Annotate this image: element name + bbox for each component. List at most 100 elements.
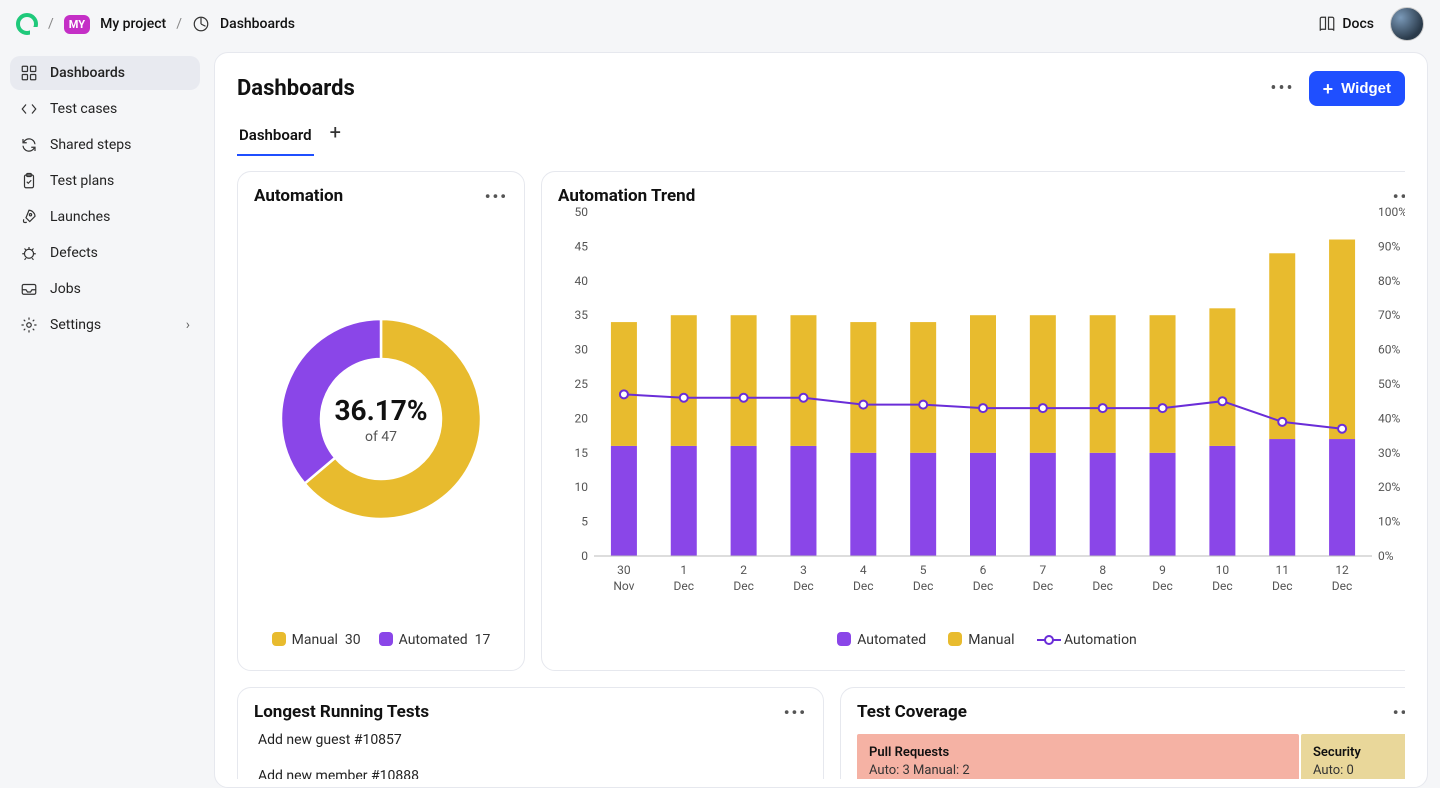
svg-text:10: 10: [575, 480, 589, 494]
svg-text:45: 45: [575, 239, 589, 253]
legend-automation: Automation: [1037, 632, 1137, 648]
inbox-icon: [20, 280, 38, 298]
donut-legend: Manual 30Automated 17: [254, 632, 508, 656]
svg-text:Dec: Dec: [1092, 579, 1113, 593]
svg-text:Dec: Dec: [1152, 579, 1173, 593]
add-widget-button[interactable]: + Widget: [1309, 71, 1405, 106]
grid-icon: [20, 64, 38, 82]
coverage-cell-pull-requests[interactable]: Pull RequestsAuto: 3 Manual: 2: [857, 734, 1299, 779]
tab-dashboard[interactable]: Dashboard: [237, 118, 314, 156]
svg-text:90%: 90%: [1378, 239, 1400, 253]
svg-text:Dec: Dec: [853, 579, 874, 593]
project-badge[interactable]: MY: [64, 15, 90, 34]
add-tab-button[interactable]: +: [330, 120, 341, 154]
rocket-icon: [20, 208, 38, 226]
donut-center-sub: of 47: [334, 429, 427, 445]
svg-text:Nov: Nov: [613, 579, 634, 593]
widget-automation-more[interactable]: •••: [485, 187, 508, 206]
svg-text:6: 6: [980, 563, 987, 577]
svg-text:9: 9: [1159, 563, 1166, 577]
legend-automated: Automated: [837, 632, 926, 648]
svg-text:70%: 70%: [1378, 308, 1400, 322]
sidebar-item-settings[interactable]: Settings›: [10, 308, 200, 342]
project-name-link[interactable]: My project: [100, 16, 166, 32]
logo-icon[interactable]: [16, 13, 38, 35]
svg-text:8: 8: [1099, 563, 1106, 577]
coverage-cell-security[interactable]: SecurityAuto: 0 Manual:: [1301, 734, 1405, 779]
sidebar-item-test-cases[interactable]: Test cases: [10, 92, 200, 126]
gear-icon: [20, 316, 38, 334]
svg-text:Dec: Dec: [1272, 579, 1293, 593]
main-panel: Dashboards ••• + Widget Dashboard + Auto: [214, 52, 1428, 788]
svg-text:Dec: Dec: [793, 579, 814, 593]
avatar[interactable]: [1390, 7, 1424, 41]
clipboard-check-icon: [20, 172, 38, 190]
svg-text:Dec: Dec: [733, 579, 754, 593]
svg-text:12: 12: [1335, 563, 1349, 577]
sidebar-item-launches[interactable]: Launches: [10, 200, 200, 234]
docs-label: Docs: [1342, 16, 1374, 32]
svg-text:Dec: Dec: [1033, 579, 1054, 593]
widget-longest-tests: Longest Running Tests ••• Add new guest …: [237, 687, 824, 779]
refresh-icon: [20, 136, 38, 154]
widget-automation-title: Automation: [254, 186, 343, 206]
widget-longest-more[interactable]: •••: [784, 703, 807, 722]
sidebar-item-label: Shared steps: [50, 137, 131, 153]
svg-text:5: 5: [581, 515, 588, 529]
svg-text:11: 11: [1275, 563, 1289, 577]
sidebar-item-label: Test cases: [50, 101, 117, 117]
sidebar-item-test-plans[interactable]: Test plans: [10, 164, 200, 198]
widget-longest-title: Longest Running Tests: [254, 702, 429, 722]
legend-manual: Manual: [948, 632, 1014, 648]
sidebar-item-jobs[interactable]: Jobs: [10, 272, 200, 306]
page-title: Dashboards: [237, 76, 355, 101]
svg-text:25: 25: [575, 377, 589, 391]
widget-automation: Automation ••• 36.17% of 47 Manual 30Aut…: [237, 171, 525, 671]
widget-coverage-title: Test Coverage: [857, 702, 967, 722]
sidebar-item-shared-steps[interactable]: Shared steps: [10, 128, 200, 162]
widget-test-coverage: Test Coverage ••• Pull RequestsAuto: 3 M…: [840, 687, 1405, 779]
breadcrumb-sep: /: [176, 16, 182, 32]
breadcrumb-sep: /: [48, 16, 54, 32]
widget-trend-more[interactable]: •••: [1393, 187, 1405, 206]
docs-link[interactable]: Docs: [1318, 15, 1374, 33]
sidebar-item-dashboards[interactable]: Dashboards: [10, 56, 200, 90]
svg-text:Dec: Dec: [1212, 579, 1233, 593]
widget-automation-trend: Automation Trend ••• 0510152025303540455…: [541, 171, 1405, 671]
svg-text:1: 1: [680, 563, 687, 577]
widget-button-label: Widget: [1341, 80, 1391, 97]
widget-coverage-more[interactable]: •••: [1393, 703, 1405, 722]
sidebar: Dashboards Test cases Shared steps Test pla…: [0, 48, 210, 788]
donut-center-value: 36.17%: [334, 394, 427, 427]
tabs: Dashboard +: [237, 118, 1405, 157]
trend-chart: 051015202530354045500%10%20%30%40%50%60%…: [558, 206, 1405, 606]
svg-text:80%: 80%: [1378, 274, 1400, 288]
breadcrumb: / MY My project / Dashboards: [16, 13, 295, 35]
code-brackets-icon: [20, 100, 38, 118]
widget-trend-title: Automation Trend: [558, 186, 695, 206]
svg-text:7: 7: [1039, 563, 1046, 577]
svg-text:40: 40: [575, 274, 589, 288]
sidebar-item-label: Test plans: [50, 173, 114, 189]
svg-text:60%: 60%: [1378, 343, 1400, 357]
svg-text:100%: 100%: [1378, 206, 1405, 219]
svg-text:5: 5: [920, 563, 927, 577]
sidebar-item-label: Jobs: [50, 281, 81, 297]
list-item[interactable]: Add new member #10888: [254, 758, 807, 779]
svg-text:15: 15: [575, 446, 589, 460]
svg-text:3: 3: [800, 563, 807, 577]
trend-legend: Automated Manual Automation: [558, 624, 1405, 656]
sidebar-item-label: Defects: [50, 245, 98, 261]
panel-more-button[interactable]: •••: [1270, 78, 1294, 99]
svg-text:0: 0: [581, 549, 588, 563]
list-item[interactable]: Add new guest #10857: [254, 722, 807, 758]
dashboard-crumb-icon: [192, 15, 210, 33]
sidebar-item-defects[interactable]: Defects: [10, 236, 200, 270]
svg-text:30%: 30%: [1378, 446, 1400, 460]
book-icon: [1318, 15, 1336, 33]
legend-automated: Automated 17: [379, 632, 491, 648]
svg-text:20%: 20%: [1378, 480, 1400, 494]
svg-text:Dec: Dec: [1332, 579, 1353, 593]
svg-text:50%: 50%: [1378, 377, 1400, 391]
svg-text:40%: 40%: [1378, 411, 1400, 425]
